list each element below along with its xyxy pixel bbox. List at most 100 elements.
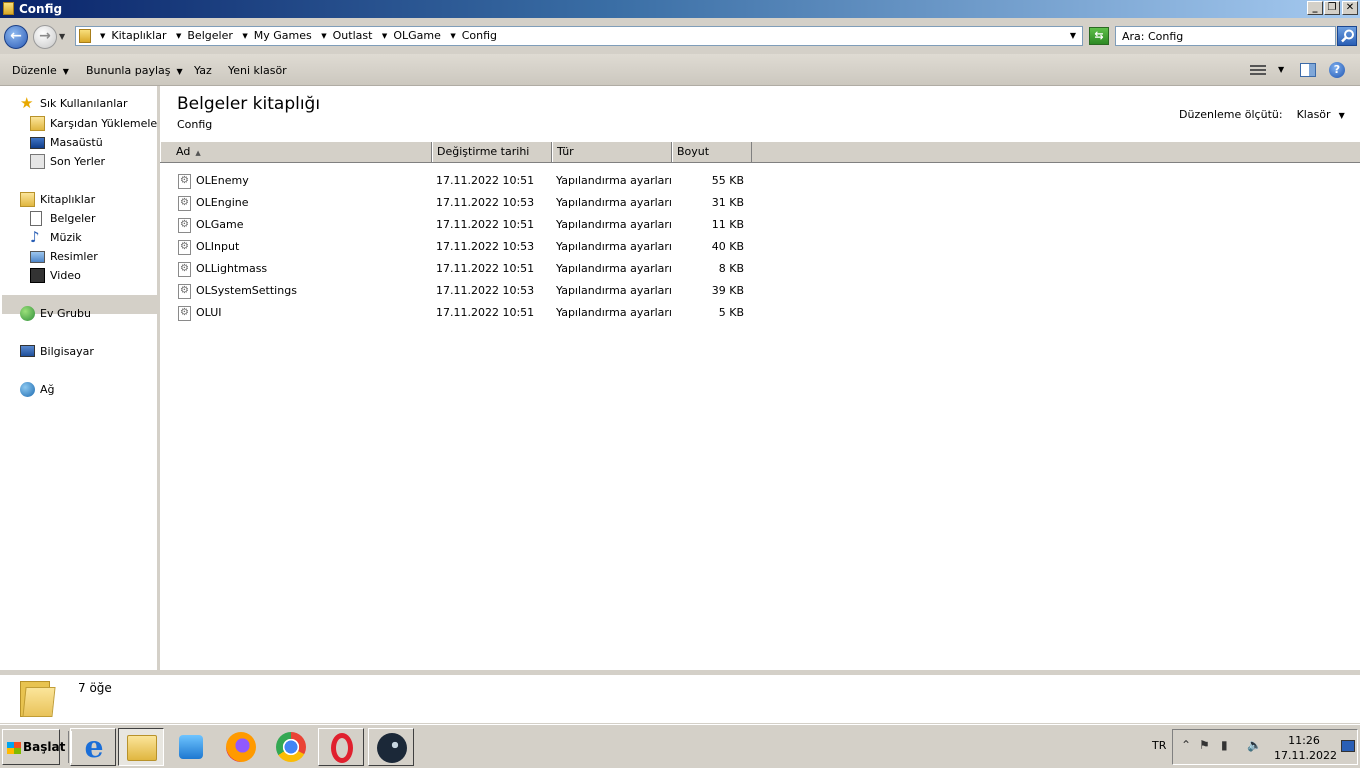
taskbar-internet-explorer[interactable]: e <box>70 728 116 766</box>
search-icon <box>1341 29 1354 43</box>
file-date: 17.11.2022 10:51 <box>436 218 535 231</box>
chevron-icon[interactable]: ▼ <box>242 32 247 40</box>
organize-menu[interactable]: Düzenle ▼ <box>12 64 69 77</box>
documents-icon <box>30 211 42 226</box>
nav-label: Son Yerler <box>50 155 106 168</box>
breadcrumb-item[interactable]: OLGame <box>393 29 441 42</box>
windows-logo-icon <box>7 742 21 754</box>
show-desktop-icon[interactable] <box>1341 740 1355 752</box>
language-indicator[interactable]: TR <box>1152 739 1166 752</box>
search-button[interactable] <box>1337 26 1357 46</box>
chevron-icon[interactable]: ▼ <box>176 32 181 40</box>
chevron-icon[interactable]: ▼ <box>450 32 455 40</box>
taskbar-chrome[interactable] <box>268 728 314 766</box>
refresh-button[interactable]: ⇆ <box>1089 27 1109 45</box>
organize-label: Düzenle <box>12 64 57 77</box>
breadcrumb-item[interactable]: Outlast <box>333 29 373 42</box>
search-input[interactable] <box>1115 26 1336 46</box>
breadcrumb-item[interactable]: Config <box>462 29 497 42</box>
maximize-button[interactable]: ❐ <box>1324 1 1340 15</box>
start-button[interactable]: Başlat <box>2 729 65 765</box>
address-field[interactable]: ▼ Kitaplıklar ▼ Belgeler ▼ My Games ▼ Outlas… <box>75 26 1083 46</box>
network-icon <box>20 382 35 397</box>
view-dropdown-icon[interactable]: ▼ <box>1278 65 1284 74</box>
address-history-dropdown[interactable]: ▼ <box>1070 31 1076 40</box>
file-date: 17.11.2022 10:53 <box>436 240 535 253</box>
file-row[interactable]: OLEngine 17.11.2022 10:53 Yapılandırma aya… <box>160 192 1360 214</box>
preview-pane-icon[interactable] <box>1300 63 1316 77</box>
window-titlebar[interactable]: Config _ ❐ ✕ <box>0 0 1360 18</box>
forward-button[interactable]: → <box>33 25 57 49</box>
folder-icon <box>3 2 14 15</box>
taskbar-firefox[interactable] <box>218 728 264 766</box>
nav-label: Sık Kullanılanlar <box>40 97 128 110</box>
explorer-icon <box>127 735 157 761</box>
file-type: Yapılandırma ayarları <box>556 262 672 275</box>
burn-button[interactable]: Yaz <box>194 64 212 77</box>
breadcrumb-item[interactable]: Belgeler <box>187 29 232 42</box>
file-row[interactable]: OLEnemy 17.11.2022 10:51 Yapılandırma ayar… <box>160 170 1360 192</box>
chevron-icon[interactable]: ▼ <box>321 32 326 40</box>
taskbar-steam[interactable] <box>368 728 414 766</box>
file-row[interactable]: OLGame 17.11.2022 10:51 Yapılandırma ayarl… <box>160 214 1360 236</box>
file-date: 17.11.2022 10:51 <box>436 174 535 187</box>
chevron-icon[interactable]: ▼ <box>382 32 387 40</box>
file-date: 17.11.2022 10:51 <box>436 262 535 275</box>
column-header-date[interactable]: Değiştirme tarihi <box>432 142 552 162</box>
nav-label: Kitaplıklar <box>40 193 96 206</box>
help-icon[interactable]: ? <box>1329 62 1345 78</box>
chevron-icon[interactable]: ▼ <box>100 32 105 40</box>
volume-icon[interactable]: 🔈 <box>1247 738 1262 752</box>
arrange-by-control[interactable]: Düzenleme ölçütü: Klasör ▼ <box>1179 108 1345 121</box>
taskbar-opera[interactable] <box>318 728 364 766</box>
action-center-flag-icon[interactable]: ⚑ <box>1199 738 1210 752</box>
share-label: Bununla paylaş <box>86 64 171 77</box>
clock[interactable]: 11:26 17.11.2022 <box>1274 733 1337 763</box>
file-size: 40 KB <box>711 240 744 253</box>
libraries-icon <box>20 192 35 207</box>
start-label: Başlat <box>23 740 66 754</box>
file-name: OLInput <box>196 240 240 253</box>
file-type: Yapılandırma ayarları <box>556 284 672 297</box>
file-row[interactable]: OLSystemSettings 17.11.2022 10:53 Yapıland… <box>160 280 1360 302</box>
taskbar-explorer[interactable] <box>118 728 164 766</box>
address-bar-row: ← → ▼ ▼ Kitaplıklar ▼ Belgeler ▼ My Games ▼… <box>0 18 1360 54</box>
breadcrumb: ▼ Kitaplıklar ▼ Belgeler ▼ My Games ▼ Outlas… <box>98 29 501 42</box>
library-title: Belgeler kitaplığı <box>177 94 321 114</box>
share-menu[interactable]: Bununla paylaş ▼ <box>86 64 183 77</box>
view-options-icon[interactable] <box>1250 63 1266 77</box>
config-file-icon <box>178 170 191 192</box>
breadcrumb-item[interactable]: Kitaplıklar <box>111 29 166 42</box>
back-button[interactable]: ← <box>4 25 28 49</box>
file-row[interactable]: OLLightmass 17.11.2022 10:51 Yapılandırma … <box>160 258 1360 280</box>
network-signal-icon[interactable]: ▮ <box>1221 738 1228 752</box>
nav-label: Ev Grubu <box>40 307 91 320</box>
close-button[interactable]: ✕ <box>1342 1 1358 15</box>
file-row[interactable]: OLInput 17.11.2022 10:53 Yapılandırma ayar… <box>160 236 1360 258</box>
file-size: 5 KB <box>718 306 744 319</box>
file-date: 17.11.2022 10:53 <box>436 284 535 297</box>
column-header-type[interactable]: Tür <box>552 142 672 162</box>
homegroup-icon <box>20 306 35 321</box>
column-label: Ad <box>176 145 191 158</box>
nav-label: Bilgisayar <box>40 345 94 358</box>
file-name: OLUI <box>196 306 222 319</box>
column-header-name[interactable]: Ad ▲ <box>160 142 432 162</box>
file-date: 17.11.2022 10:53 <box>436 196 535 209</box>
recent-pages-dropdown[interactable]: ▼ <box>59 32 65 41</box>
new-folder-button[interactable]: Yeni klasör <box>228 64 287 77</box>
minimize-button[interactable]: _ <box>1307 1 1323 15</box>
computer-icon <box>20 345 35 357</box>
star-icon: ★ <box>20 94 34 112</box>
chevron-down-icon: ▼ <box>176 67 183 76</box>
show-hidden-icons-icon[interactable]: ⌃ <box>1181 738 1191 752</box>
internet-explorer-icon: e <box>84 730 104 765</box>
taskbar-media-player[interactable] <box>168 728 214 766</box>
column-header-size[interactable]: Boyut <box>672 142 752 162</box>
file-row[interactable]: OLUI 17.11.2022 10:51 Yapılandırma ayarlar… <box>160 302 1360 324</box>
arrange-value[interactable]: Klasör <box>1297 108 1331 121</box>
file-name: OLSystemSettings <box>196 284 297 297</box>
breadcrumb-item[interactable]: My Games <box>254 29 312 42</box>
file-type: Yapılandırma ayarları <box>556 240 672 253</box>
chevron-down-icon[interactable]: ▼ <box>1339 111 1345 120</box>
